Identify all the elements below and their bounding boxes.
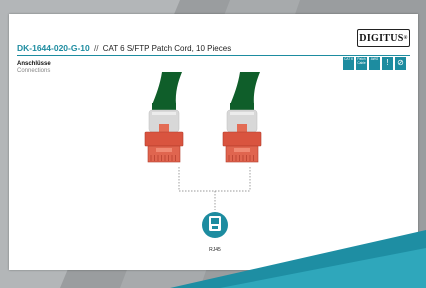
left-rj45-connector: [144, 72, 184, 163]
rj45-label: RJ45: [209, 247, 221, 253]
rj45-port-icon: [202, 212, 228, 238]
dotted-connection-lines: [178, 167, 251, 210]
right-rj45-connector: [222, 72, 262, 163]
connection-diagram: [144, 72, 262, 238]
